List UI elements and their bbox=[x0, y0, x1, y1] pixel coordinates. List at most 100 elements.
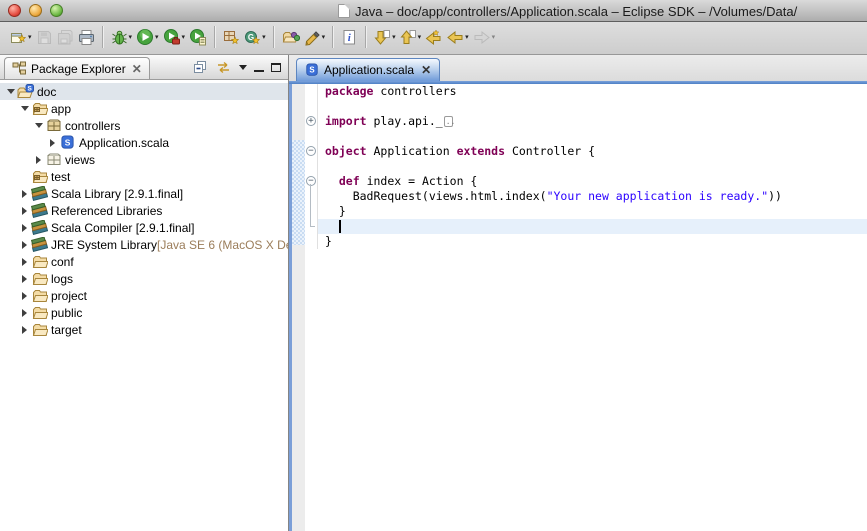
disclosure-triangle-icon[interactable] bbox=[18, 106, 31, 111]
print-button[interactable] bbox=[76, 24, 97, 50]
debug-button[interactable]: ▾ bbox=[109, 24, 135, 50]
disclosure-triangle-icon[interactable] bbox=[18, 190, 31, 198]
tree-item-test[interactable]: test bbox=[0, 168, 288, 185]
disclosure-triangle-icon[interactable] bbox=[18, 241, 31, 249]
disclosure-triangle-icon[interactable] bbox=[32, 123, 45, 128]
last-edit-location-button[interactable] bbox=[423, 24, 444, 50]
folder-icon bbox=[31, 254, 48, 270]
search-button[interactable]: ▾ bbox=[302, 24, 328, 50]
code-line[interactable]: package controllers bbox=[305, 84, 867, 99]
chevron-down-icon[interactable]: ▾ bbox=[392, 34, 396, 41]
disclosure-triangle-icon[interactable] bbox=[46, 139, 59, 147]
previous-annotation-icon bbox=[400, 29, 417, 46]
code-line[interactable]: } bbox=[305, 234, 867, 249]
new-java-project-button[interactable] bbox=[221, 24, 242, 50]
code-line[interactable] bbox=[305, 159, 867, 174]
code-line[interactable] bbox=[305, 219, 867, 234]
new-element-wizard-button[interactable]: G ▾ bbox=[242, 24, 268, 50]
disclosure-triangle-icon[interactable] bbox=[18, 309, 31, 317]
tree-item-target[interactable]: target bbox=[0, 321, 288, 338]
disclosure-triangle-icon[interactable] bbox=[18, 224, 31, 232]
run-external-tools-button[interactable]: ▾ bbox=[161, 24, 188, 50]
run-button[interactable]: ▾ bbox=[134, 24, 161, 50]
disclosure-triangle-icon[interactable] bbox=[4, 89, 17, 94]
code-line[interactable]: } bbox=[305, 204, 867, 219]
chevron-down-icon[interactable]: ▾ bbox=[155, 34, 159, 41]
tree-item-jre-system-library[interactable]: JRE System Library [Java SE 6 (MacOS X D… bbox=[0, 236, 288, 253]
next-annotation-button[interactable]: ▾ bbox=[372, 24, 398, 50]
fold-expand-icon[interactable]: + bbox=[305, 114, 318, 129]
package-explorer-view: Package Explorer ✕ SdocappcontrollersSAp… bbox=[0, 55, 289, 531]
code-line[interactable] bbox=[305, 129, 867, 144]
disclosure-triangle-icon[interactable] bbox=[18, 207, 31, 215]
disclosure-triangle-icon[interactable] bbox=[32, 156, 45, 164]
editor-content[interactable]: package controllers +import play.api._ −ob… bbox=[289, 84, 867, 531]
tree-item-scala-library-2.9.1.final[interactable]: Scala Library [2.9.1.final] bbox=[0, 185, 288, 202]
new-wizard-button[interactable]: ▾ bbox=[8, 24, 34, 50]
save-icon bbox=[36, 29, 53, 46]
tree-item-controllers[interactable]: controllers bbox=[0, 117, 288, 134]
package-explorer-tab[interactable]: Package Explorer ✕ bbox=[4, 57, 150, 79]
tree-item-referenced-libraries[interactable]: Referenced Libraries bbox=[0, 202, 288, 219]
code-text: object Application extends Controller { bbox=[318, 144, 867, 159]
editor-tabbar: S Application.scala ✕ bbox=[289, 55, 867, 81]
forward-button[interactable]: ▾ bbox=[471, 24, 498, 50]
annotation-ruler[interactable] bbox=[292, 84, 305, 531]
tree-item-doc[interactable]: Sdoc bbox=[0, 83, 288, 100]
maximize-view-button[interactable] bbox=[271, 63, 281, 72]
chevron-down-icon[interactable]: ▾ bbox=[322, 34, 326, 41]
javadoc-button[interactable]: i bbox=[339, 24, 360, 50]
previous-annotation-button[interactable]: ▾ bbox=[398, 24, 424, 50]
minimize-view-button[interactable] bbox=[254, 63, 264, 72]
minimize-button[interactable] bbox=[29, 4, 42, 17]
tree-item-logs[interactable]: logs bbox=[0, 270, 288, 287]
editor-tab-application-scala[interactable]: S Application.scala ✕ bbox=[296, 58, 440, 81]
view-menu-button[interactable] bbox=[239, 65, 247, 70]
svg-text:S: S bbox=[28, 85, 33, 92]
chevron-down-icon[interactable]: ▾ bbox=[492, 34, 496, 41]
chevron-down-icon[interactable]: ▾ bbox=[28, 34, 32, 41]
tree-item-project[interactable]: project bbox=[0, 287, 288, 304]
code-line[interactable]: −object Application extends Controller { bbox=[305, 144, 867, 159]
open-type-button[interactable] bbox=[280, 24, 302, 50]
tree-item-public[interactable]: public bbox=[0, 304, 288, 321]
chevron-down-icon[interactable]: ▾ bbox=[262, 34, 266, 41]
code-line[interactable]: BadRequest(views.html.index("Your new ap… bbox=[305, 189, 867, 204]
disclosure-triangle-icon[interactable] bbox=[18, 258, 31, 266]
close-icon[interactable]: ✕ bbox=[421, 63, 431, 77]
disclosure-triangle-icon[interactable] bbox=[18, 292, 31, 300]
back-button[interactable]: ▾ bbox=[444, 24, 471, 50]
document-proxy-icon bbox=[338, 4, 350, 18]
code-line[interactable]: − def index = Action { bbox=[305, 174, 867, 189]
chevron-down-icon[interactable]: ▾ bbox=[182, 34, 186, 41]
tree-item-views[interactable]: views bbox=[0, 151, 288, 168]
chevron-down-icon[interactable]: ▾ bbox=[465, 34, 469, 41]
collapse-all-button[interactable] bbox=[192, 59, 208, 75]
disclosure-triangle-icon[interactable] bbox=[18, 275, 31, 283]
chevron-down-icon[interactable]: ▾ bbox=[129, 34, 133, 41]
close-button[interactable] bbox=[8, 4, 21, 17]
close-icon[interactable]: ✕ bbox=[132, 62, 142, 76]
zoom-button[interactable] bbox=[50, 4, 63, 17]
svg-text:S: S bbox=[309, 66, 314, 75]
last-edit-location-icon bbox=[425, 29, 442, 46]
tree-item-app[interactable]: app bbox=[0, 100, 288, 117]
code-area[interactable]: package controllers +import play.api._ −ob… bbox=[305, 84, 867, 531]
tree-item-scala-compiler-2.9.1.final[interactable]: Scala Compiler [2.9.1.final] bbox=[0, 219, 288, 236]
save-all-icon bbox=[57, 29, 74, 46]
profile-button[interactable] bbox=[187, 24, 209, 50]
link-with-editor-button[interactable] bbox=[215, 59, 232, 75]
save-button[interactable] bbox=[34, 24, 55, 50]
view-title: Package Explorer bbox=[31, 62, 126, 76]
tree-item-application.scala[interactable]: SApplication.scala bbox=[0, 134, 288, 151]
disclosure-triangle-icon[interactable] bbox=[18, 326, 31, 334]
code-line[interactable] bbox=[305, 99, 867, 114]
save-all-button[interactable] bbox=[55, 24, 76, 50]
library-icon bbox=[31, 220, 48, 236]
library-icon bbox=[31, 186, 48, 202]
chevron-down-icon[interactable]: ▾ bbox=[418, 34, 422, 41]
collapsed-region-icon[interactable] bbox=[444, 116, 453, 127]
fold-collapse-icon[interactable]: − bbox=[305, 144, 318, 159]
tree-item-conf[interactable]: conf bbox=[0, 253, 288, 270]
code-line[interactable]: +import play.api._ bbox=[305, 114, 867, 129]
